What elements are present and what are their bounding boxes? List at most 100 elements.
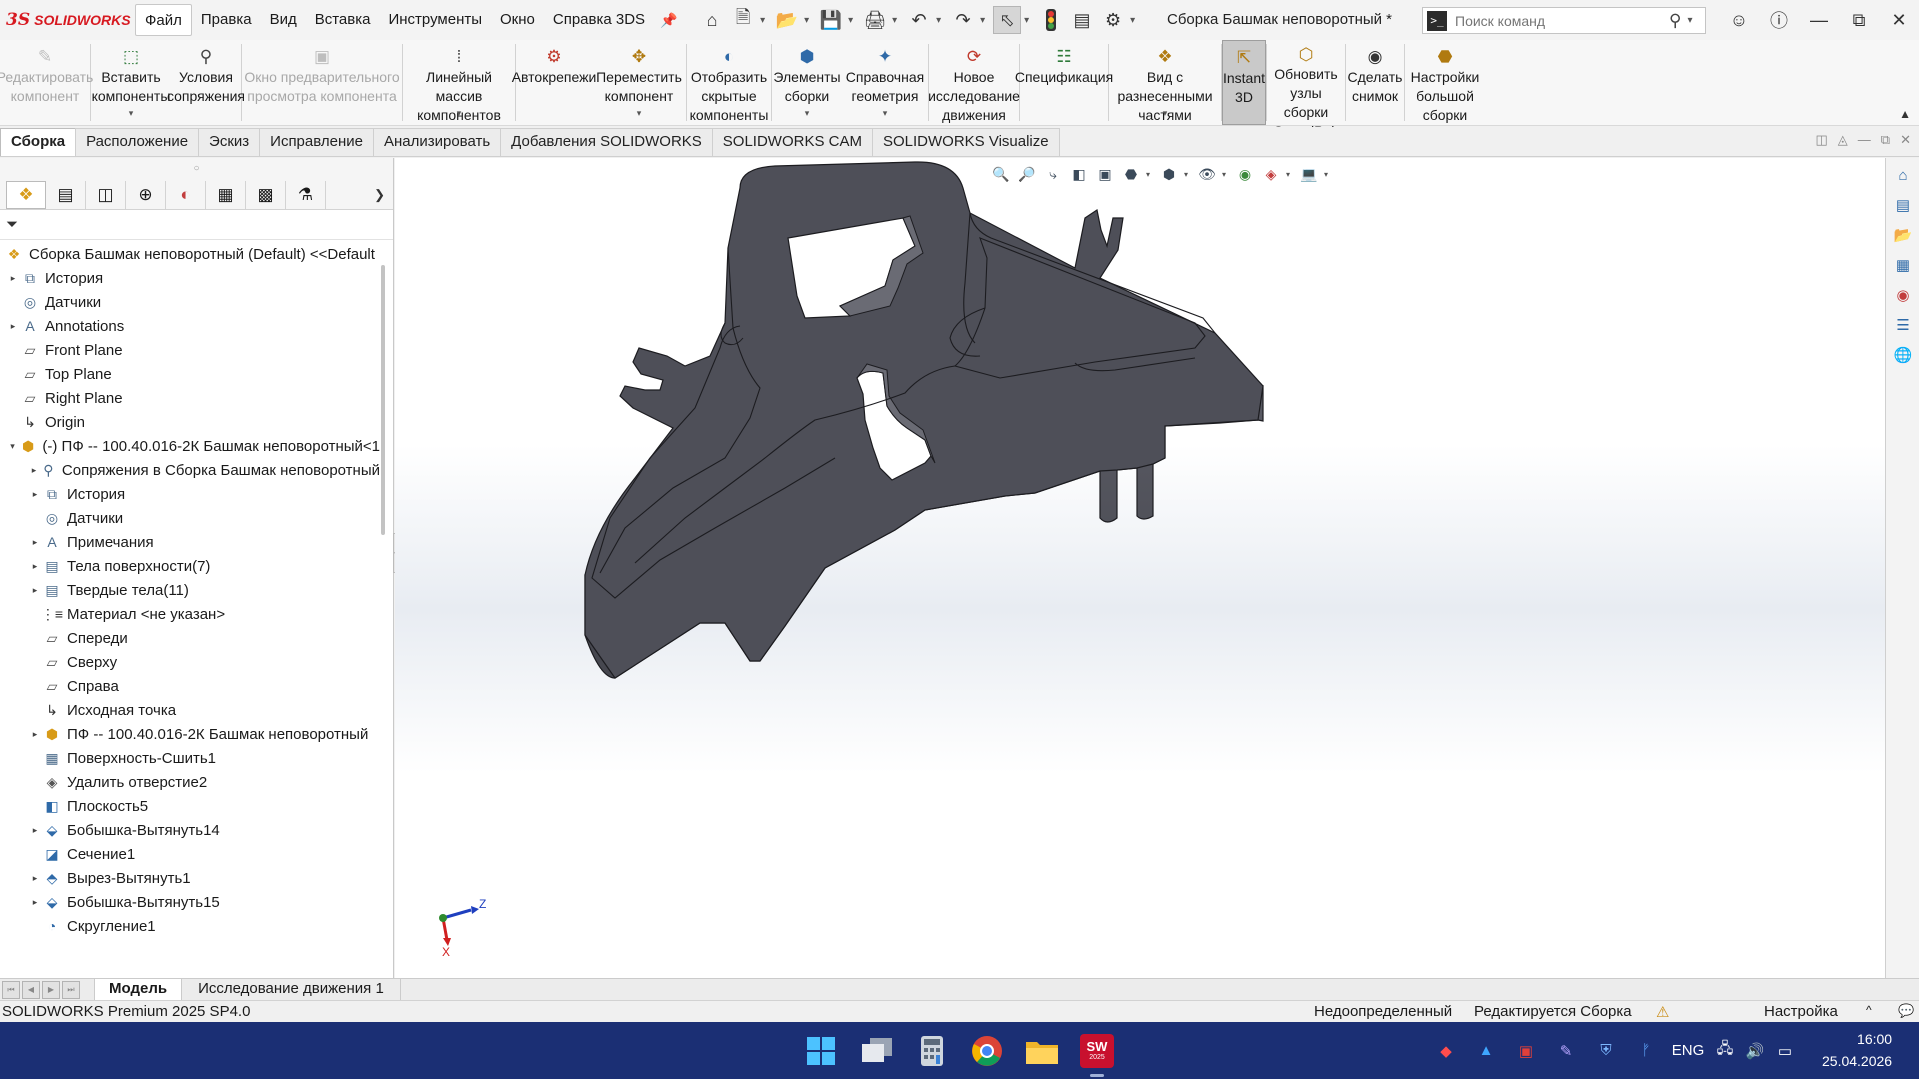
ribbon-button-7[interactable]: ◐ Отобразить скрытые компоненты (687, 40, 771, 125)
home-icon[interactable]: ⌂ (698, 6, 726, 34)
chevron-right-icon[interactable]: ▸ (28, 465, 40, 476)
menu-item-6[interactable]: Справка 3DS (544, 4, 654, 36)
menu-item-0[interactable]: Файл (135, 4, 192, 36)
calculator-icon[interactable] (915, 1034, 949, 1068)
account-icon[interactable]: ☺ (1719, 10, 1759, 31)
chevron-down-icon[interactable]: ▾ (980, 15, 990, 26)
ribbon-button-8[interactable]: ⬢ Элементы сборки ▾ (772, 40, 842, 125)
tab-4[interactable]: Анализировать (372, 128, 502, 156)
menu-item-2[interactable]: Вид (261, 4, 306, 36)
tile-left-icon[interactable]: ◫ (1816, 132, 1828, 148)
ribbon-button-11[interactable]: ☷ Спецификация (1015, 40, 1113, 125)
doc-close-icon[interactable]: ✕ (1900, 132, 1911, 148)
chevron-down-icon[interactable]: ▾ (760, 15, 770, 26)
chevron-right-icon[interactable]: ▸ (28, 561, 42, 572)
bluetooth-icon[interactable]: ᚠ (1626, 1042, 1666, 1059)
tree-node[interactable]: ◔ Скругление2 (0, 938, 380, 943)
chevron-right-icon[interactable]: ▸ (28, 585, 42, 596)
ribbon-button-0[interactable]: ✎ Редактировать компонент (0, 40, 93, 125)
ribbon-button-5[interactable]: ⚙ Автокрепежи (512, 40, 597, 125)
ribbon-button-4[interactable]: ⁞ Линейный массив компонентов ▾ (403, 40, 515, 125)
file-explorer-icon[interactable]: 📂 (1889, 222, 1917, 248)
display-manager-tab-icon[interactable]: ◐ (166, 180, 206, 209)
task-view-icon[interactable] (860, 1034, 894, 1068)
chevron-down-icon[interactable]: ▾ (883, 104, 888, 123)
input-language[interactable]: ENG (1666, 1042, 1710, 1059)
tree-node[interactable]: ▱ Сверху (0, 650, 380, 674)
tree-node[interactable]: ◪ Сечение1 (0, 842, 380, 866)
google-drive-icon[interactable]: ▲ (1466, 1042, 1506, 1059)
first-tab-icon[interactable]: ⏮ (2, 980, 20, 999)
cam-tools-tab-icon[interactable]: ⚗ (286, 180, 326, 209)
tree-node[interactable]: ↳ Origin (0, 410, 380, 434)
filter-icon[interactable]: ⏷ (6, 216, 18, 233)
chevron-down-icon[interactable]: ▾ (6, 441, 19, 452)
chevron-right-icon[interactable]: ▸ (28, 897, 42, 908)
tree-node[interactable]: ▸ ⧉ История (0, 482, 380, 506)
tree-node[interactable]: ▱ Справа (0, 674, 380, 698)
menu-item-4[interactable]: Инструменты (379, 4, 491, 36)
tree-node[interactable]: ▱ Front Plane (0, 338, 380, 362)
tree-node[interactable]: ▸ A Annotations (0, 314, 380, 338)
search-input[interactable] (1455, 12, 1665, 29)
clock[interactable]: 16:00 25.04.2026 (1822, 1028, 1892, 1072)
help-icon[interactable]: ⓘ (1759, 7, 1799, 33)
doc-restore-icon[interactable]: ⧉ (1881, 132, 1890, 148)
feature-manager-tab-icon[interactable]: ❖ (6, 180, 46, 209)
chevron-right-icon[interactable]: ▸ (6, 273, 20, 284)
prev-tab-icon[interactable]: ◀ (22, 980, 40, 999)
chevron-down-icon[interactable]: ▾ (1130, 15, 1140, 26)
tree-node[interactable]: ◧ Плоскость5 (0, 794, 380, 818)
chevron-down-icon[interactable]: ▾ (1024, 15, 1034, 26)
select-cursor-icon[interactable]: ⬁ (993, 6, 1022, 34)
anydesk-icon[interactable]: ◆ (1426, 1042, 1466, 1060)
chevron-down-icon[interactable]: ▾ (805, 104, 810, 123)
chevron-right-icon[interactable]: ❯ (374, 187, 385, 203)
dimxpert-tab-icon[interactable]: ⊕ (126, 180, 166, 209)
tree-node[interactable]: ▾ ⬢ (-) ПФ -- 100.40.016-2К Башмак неповор… (0, 434, 380, 458)
solidworks-resources-icon[interactable]: ⌂ (1889, 162, 1917, 188)
undo-icon[interactable]: ↶ (905, 6, 933, 34)
appearances-icon[interactable]: ◉ (1889, 282, 1917, 308)
ribbon-button-1[interactable]: ⬚ Вставить компоненты ▾ (91, 40, 171, 125)
chevron-down-icon[interactable]: ▾ (848, 15, 858, 26)
search-icon[interactable]: ⚲ (1669, 11, 1681, 31)
chevron-right-icon[interactable]: ▸ (28, 825, 42, 836)
panel-grip[interactable]: ○ (0, 158, 393, 180)
tree-node[interactable]: ▸ ▤ Тела поверхности(7) (0, 554, 380, 578)
chevron-down-icon[interactable]: ▾ (804, 15, 814, 26)
minimize-button[interactable]: — (1799, 10, 1839, 31)
tab-6[interactable]: SOLIDWORKS CAM (711, 128, 873, 156)
chevron-down-icon[interactable]: ▾ (129, 104, 134, 123)
restore-button[interactable]: ⧉ (1839, 10, 1879, 31)
next-tab-icon[interactable]: ▶ (42, 980, 60, 999)
ribbon-button-6[interactable]: ✥ Переместить компонент ▾ (592, 40, 686, 125)
battery-icon[interactable]: ▭ (1770, 1042, 1800, 1060)
open-folder-icon[interactable]: 📂 (773, 6, 801, 34)
app-tray-icon[interactable]: ▣ (1506, 1042, 1546, 1060)
chevron-right-icon[interactable]: ▸ (28, 537, 42, 548)
chevron-down-icon[interactable]: ▾ (637, 104, 642, 123)
menu-item-1[interactable]: Правка (192, 4, 261, 36)
print-icon[interactable]: 🖨 (861, 6, 889, 34)
ribbon-button-9[interactable]: ✦ Справочная геометрия ▾ (842, 40, 928, 125)
save-icon[interactable]: 💾 (817, 6, 845, 34)
tile-right-icon[interactable]: ◬ (1838, 132, 1848, 148)
tab-0[interactable]: Сборка (0, 128, 77, 156)
collapse-ribbon-icon[interactable]: ▲ (1899, 107, 1911, 121)
status-units-settings[interactable]: Настройка (1764, 1003, 1838, 1020)
last-tab-icon[interactable]: ⏭ (62, 980, 80, 999)
file-properties-icon[interactable]: ▤ (1068, 6, 1096, 34)
model-tab-0[interactable]: Модель (94, 978, 183, 1001)
tree-node[interactable]: ▸ ⬙ Бобышка-Вытянуть15 (0, 890, 380, 914)
ribbon-button-15[interactable]: ◉ Сделать снимок (1346, 40, 1404, 125)
tree-node[interactable]: ▸ ▤ Твердые тела(11) (0, 578, 380, 602)
ribbon-button-3[interactable]: ▣ Окно предварительного просмотра компонен… (242, 40, 402, 125)
tree-root[interactable]: ❖ Сборка Башмак неповоротный (Default) <… (0, 242, 380, 266)
tree-node[interactable]: ▱ Right Plane (0, 386, 380, 410)
rebuild-traffic-light-icon[interactable] (1037, 6, 1065, 34)
tab-5[interactable]: Добавления SOLIDWORKS (500, 128, 713, 156)
ribbon-button-16[interactable]: ⬣ Настройки большой сборки (1405, 40, 1485, 125)
ribbon-button-13[interactable]: ⇱ Instant 3D (1222, 40, 1266, 125)
ribbon-button-10[interactable]: ⟳ Новое исследование движения (928, 40, 1020, 125)
